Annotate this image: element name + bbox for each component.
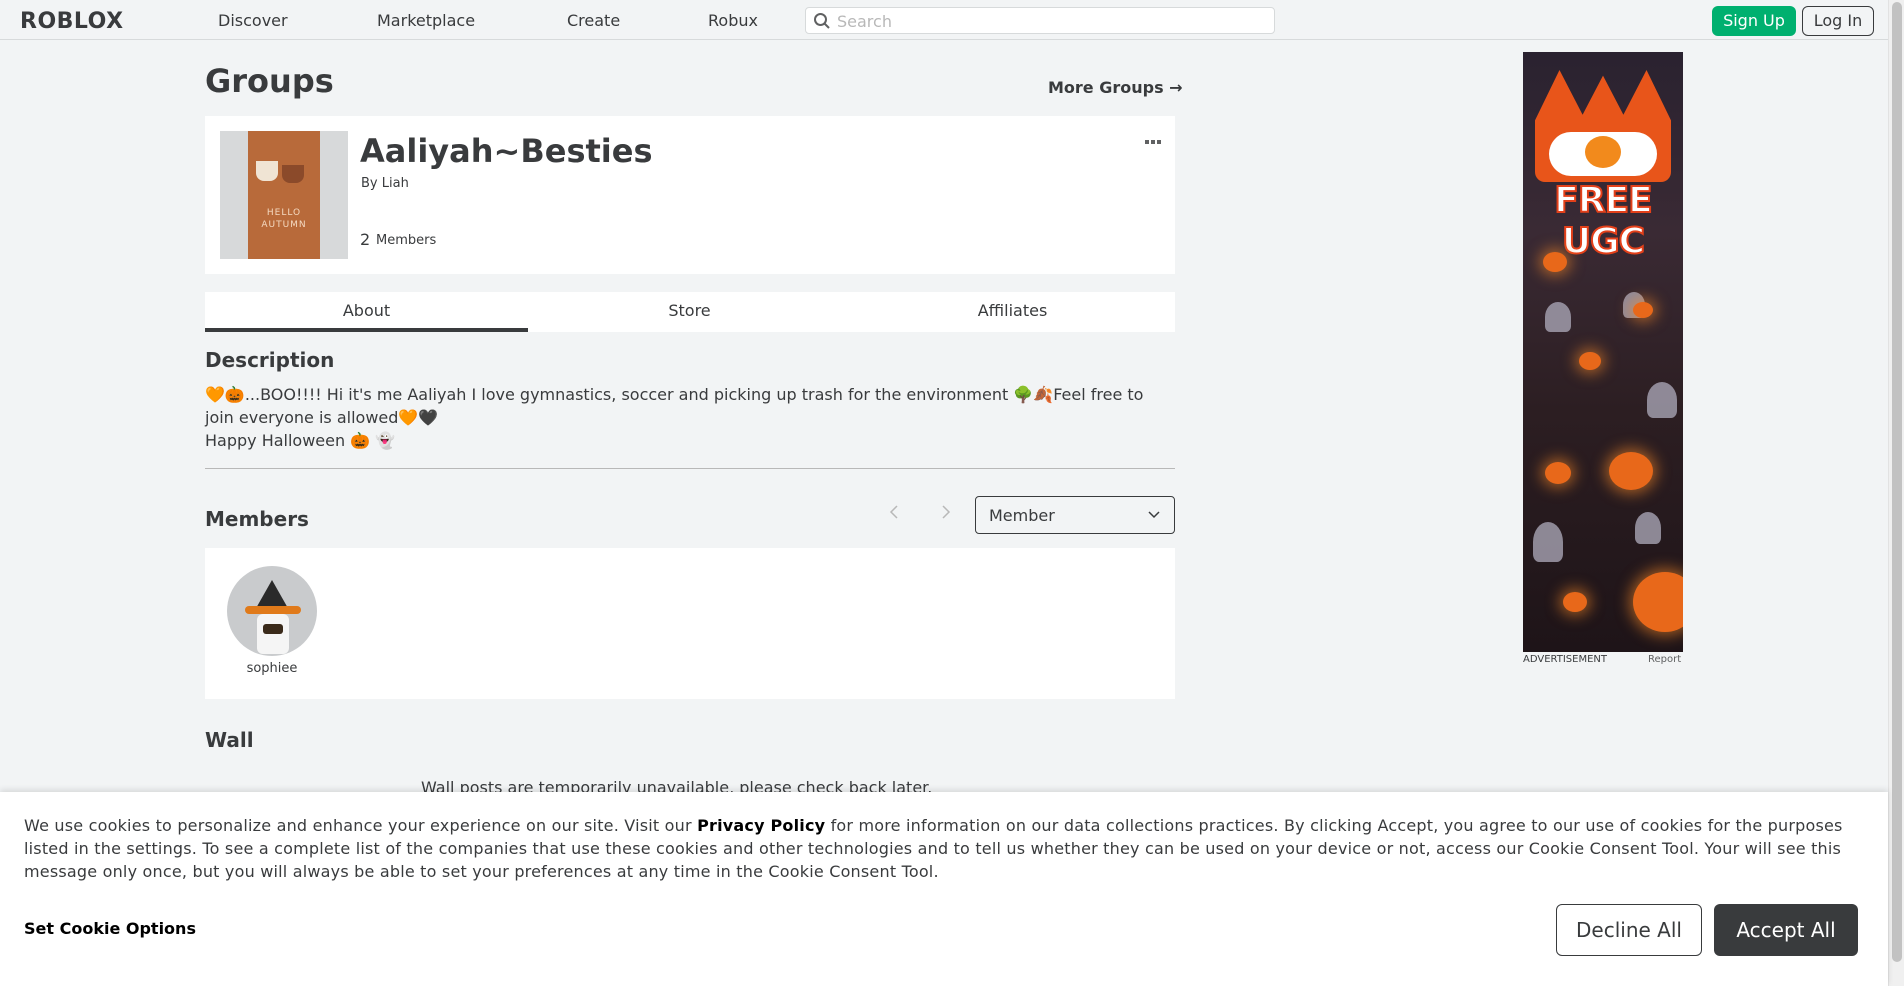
pumpkin-image bbox=[1579, 352, 1601, 370]
more-groups-link[interactable]: More Groups → bbox=[1048, 78, 1183, 97]
ghost-image bbox=[1545, 302, 1571, 332]
section-divider bbox=[205, 468, 1175, 469]
nav-link-discover[interactable]: Discover bbox=[218, 11, 288, 30]
pumpkin-image bbox=[1609, 452, 1653, 490]
tab-store[interactable]: Store bbox=[528, 292, 851, 332]
search-box bbox=[805, 7, 1275, 34]
sign-up-button[interactable]: Sign Up bbox=[1712, 6, 1796, 36]
group-owner: By Liah bbox=[361, 176, 409, 191]
emblem-text: HELLO AUTUMN bbox=[261, 208, 307, 230]
chevron-left-icon[interactable] bbox=[888, 504, 900, 525]
page-scrollbar[interactable] bbox=[1888, 0, 1904, 986]
advertisement-banner[interactable]: FREE UGC bbox=[1523, 52, 1683, 652]
pumpkin-image bbox=[1543, 252, 1567, 272]
pumpkin-image bbox=[1633, 572, 1683, 632]
wall-heading: Wall bbox=[205, 728, 254, 752]
members-heading: Members bbox=[205, 507, 309, 531]
scrollbar-thumb[interactable] bbox=[1892, 2, 1902, 962]
ghost-image bbox=[1533, 522, 1563, 562]
group-tabs: About Store Affiliates bbox=[205, 292, 1175, 332]
latte-cup-image bbox=[256, 161, 278, 181]
description-text: 🧡🎃...BOO!!!! Hi it's me Aaliyah I love g… bbox=[205, 383, 1175, 452]
cookie-message: We use cookies to personalize and enhanc… bbox=[24, 814, 1864, 883]
cookie-text-before: We use cookies to personalize and enhanc… bbox=[24, 816, 692, 835]
accept-all-button[interactable]: Accept All bbox=[1714, 904, 1858, 956]
pumpkin-icon bbox=[1585, 136, 1621, 168]
role-dropdown[interactable]: Member bbox=[975, 496, 1175, 534]
coffee-cup-image bbox=[282, 165, 304, 183]
group-emblem: HELLO AUTUMN bbox=[248, 131, 320, 259]
ad-label: ADVERTISEMENT bbox=[1523, 654, 1608, 665]
search-input[interactable] bbox=[837, 10, 1267, 32]
ghost-image bbox=[1647, 382, 1677, 418]
owner-link[interactable]: Liah bbox=[382, 176, 409, 191]
avatar-detail-image bbox=[263, 624, 283, 634]
chevron-right-icon[interactable] bbox=[940, 504, 952, 525]
page-title: Groups bbox=[205, 62, 334, 100]
search-icon bbox=[814, 13, 830, 29]
ad-headline: FREE UGC bbox=[1553, 179, 1654, 263]
avatar-body-image bbox=[257, 614, 289, 654]
ad-report-link[interactable]: Report bbox=[1648, 654, 1681, 665]
member-count-label: Members bbox=[376, 233, 437, 248]
group-thumbnail: HELLO AUTUMN bbox=[220, 131, 348, 259]
member-count: 2 bbox=[360, 230, 371, 249]
ellipsis-icon[interactable] bbox=[1145, 130, 1161, 149]
pumpkin-image bbox=[1563, 592, 1587, 612]
ghost-image bbox=[1635, 512, 1661, 544]
pumpkin-image bbox=[1545, 462, 1571, 484]
role-selected-value: Member bbox=[989, 506, 1055, 525]
members-list: sophiee bbox=[205, 548, 1175, 699]
roblox-logo[interactable]: ROBLOX bbox=[20, 9, 124, 34]
pumpkin-image bbox=[1633, 302, 1653, 318]
tab-affiliates[interactable]: Affiliates bbox=[851, 292, 1174, 332]
owner-prefix: By bbox=[361, 176, 378, 191]
decline-all-button[interactable]: Decline All bbox=[1556, 904, 1702, 956]
description-line-2: Happy Halloween 🎃 👻 bbox=[205, 431, 396, 450]
top-navigation: ROBLOX Discover Marketplace Create Robux… bbox=[0, 0, 1888, 40]
description-heading: Description bbox=[205, 348, 335, 372]
nav-link-marketplace[interactable]: Marketplace bbox=[377, 11, 475, 30]
nav-link-create[interactable]: Create bbox=[567, 11, 620, 30]
hat-brim-image bbox=[245, 606, 301, 614]
cookie-consent-banner: We use cookies to personalize and enhanc… bbox=[0, 792, 1888, 986]
chevron-down-icon bbox=[1148, 511, 1160, 519]
log-in-button[interactable]: Log In bbox=[1802, 6, 1874, 36]
avatar[interactable] bbox=[227, 566, 317, 656]
privacy-policy-link[interactable]: Privacy Policy bbox=[697, 816, 825, 835]
set-cookie-options-link[interactable]: Set Cookie Options bbox=[24, 919, 196, 938]
group-name: Aaliyah~Besties bbox=[360, 132, 653, 170]
tab-about[interactable]: About bbox=[205, 292, 528, 332]
group-header-card: HELLO AUTUMN Aaliyah~Besties By Liah 2 M… bbox=[205, 116, 1175, 274]
nav-link-robux[interactable]: Robux bbox=[708, 11, 758, 30]
description-line-1: 🧡🎃...BOO!!!! Hi it's me Aaliyah I love g… bbox=[205, 385, 1144, 427]
member-name[interactable]: sophiee bbox=[227, 661, 317, 676]
